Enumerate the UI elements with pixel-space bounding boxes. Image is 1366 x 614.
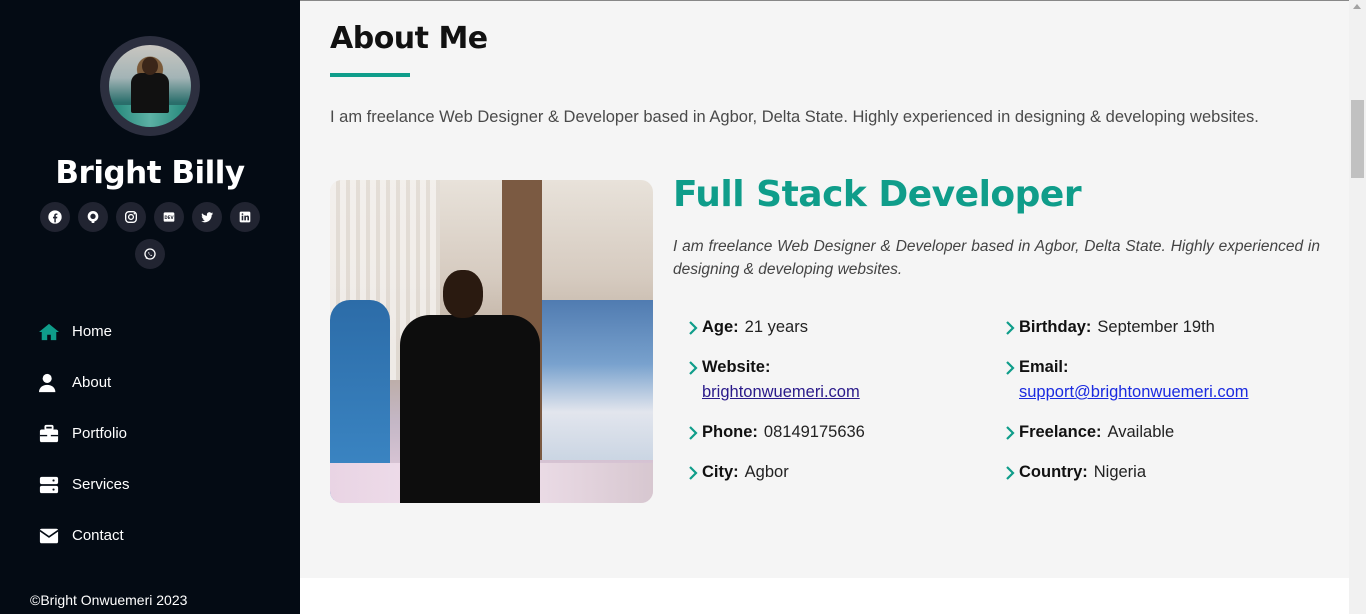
linkedin-link[interactable] [230,202,260,232]
twitter-icon [201,212,213,223]
social-links: DEV [40,202,260,269]
home-icon [38,321,64,343]
chevron-right-icon [689,466,698,480]
copyright: ©Bright Onwuemeri 2023 [30,592,188,608]
chevron-right-icon [689,321,698,335]
avatar-photo [109,45,191,127]
main-nav: Home About Portfolio Services Contact [38,306,130,561]
twitter-link[interactable] [192,202,222,232]
user-icon [38,372,64,394]
fact-email: Email: support@brightonwuemeri.com [1005,355,1328,405]
role-description: I am freelance Web Designer & Developer … [673,238,1320,278]
sidebar: Bright Billy DEV Home About Portfolio Se… [0,0,300,614]
next-section [300,578,1349,614]
chevron-right-icon [1006,466,1015,480]
fact-website: Website: brightonwuemeri.com [688,355,1005,405]
nav-label-about: About [72,374,112,391]
dev-icon: DEV [163,212,174,222]
nav-item-portfolio[interactable]: Portfolio [38,408,130,459]
fact-birthday: Birthday: September 19th [1005,315,1328,340]
whatsapp-link[interactable] [135,239,165,269]
instagram-icon [125,211,137,223]
facebook-icon [48,210,62,224]
fact-age: Age: 21 years [688,315,1005,340]
nav-label-contact: Contact [72,527,124,544]
linkedin-icon [239,211,251,223]
chevron-right-icon [689,361,698,375]
about-intro: I am freelance Web Designer & Developer … [330,108,1259,126]
nav-item-contact[interactable]: Contact [38,510,130,561]
section-title: About Me [330,21,488,56]
scroll-up-arrow[interactable] [1353,4,1361,9]
page-scrollbar[interactable] [1349,0,1366,614]
fact-freelance: Freelance: Available [1005,420,1328,445]
nav-item-about[interactable]: About [38,357,130,408]
envelope-icon [38,525,64,547]
chevron-right-icon [689,426,698,440]
server-icon [38,474,64,496]
svg-text:DEV: DEV [164,215,174,220]
scroll-thumb[interactable] [1351,100,1364,178]
dev-link[interactable]: DEV [154,202,184,232]
nav-label-services: Services [72,476,130,493]
website-link[interactable]: brightonwuemeri.com [702,383,860,401]
email-link[interactable]: support@brightonwuemeri.com [1019,383,1249,401]
fact-city: City: Agbor [688,460,1005,485]
facebook-link[interactable] [40,202,70,232]
nav-label-portfolio: Portfolio [72,425,128,442]
nav-item-services[interactable]: Services [38,459,130,510]
role-title: Full Stack Developer [673,174,1082,215]
chevron-right-icon [1006,361,1015,375]
github-icon [87,211,99,223]
nav-label-home: Home [72,323,113,340]
profile-name: Bright Billy [55,155,245,191]
profile-avatar [100,36,200,136]
profile-photo [330,180,653,503]
briefcase-icon [38,423,64,445]
nav-item-home[interactable]: Home [38,306,130,357]
title-underline [330,73,410,77]
fact-country: Country: Nigeria [1005,460,1328,485]
instagram-link[interactable] [116,202,146,232]
facts-list: Age: 21 years Birthday: September 19th Web… [688,315,1328,485]
chevron-right-icon [1006,321,1015,335]
about-section: About Me I am freelance Web Designer & D… [300,0,1349,578]
fact-phone: Phone: 08149175636 [688,420,1005,445]
whatsapp-icon [144,248,156,260]
github-link[interactable] [78,202,108,232]
chevron-right-icon [1006,426,1015,440]
